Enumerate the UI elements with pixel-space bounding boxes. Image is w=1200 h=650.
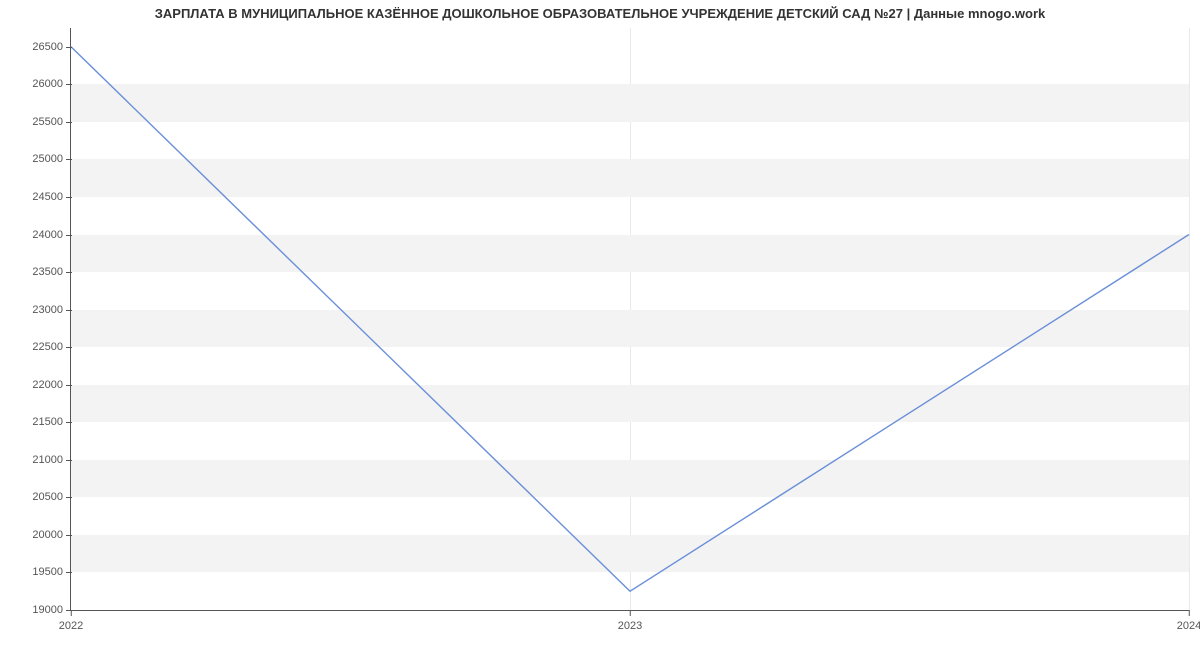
- y-tick-label: 21500: [32, 416, 71, 428]
- y-tick-label: 19500: [32, 566, 71, 578]
- y-tick-label: 21000: [32, 454, 71, 466]
- y-tick-label: 24500: [32, 191, 71, 203]
- y-tick-label: 26000: [32, 78, 71, 90]
- y-tick-label: 22000: [32, 379, 71, 391]
- y-tick-label: 25000: [32, 153, 71, 165]
- y-tick-label: 25500: [32, 116, 71, 128]
- y-tick-label: 20500: [32, 491, 71, 503]
- y-tick-label: 26500: [32, 41, 71, 53]
- y-tick-label: 22500: [32, 341, 71, 353]
- y-tick-label: 24000: [32, 229, 71, 241]
- x-tick-label: 2024: [1177, 610, 1200, 632]
- y-tick-label: 20000: [32, 529, 71, 541]
- chart-title: ЗАРПЛАТА В МУНИЦИПАЛЬНОЕ КАЗЁННОЕ ДОШКОЛ…: [0, 6, 1200, 21]
- chart-container: ЗАРПЛАТА В МУНИЦИПАЛЬНОЕ КАЗЁННОЕ ДОШКОЛ…: [0, 0, 1200, 650]
- salary-line: [71, 47, 1189, 591]
- x-tick-label: 2023: [618, 610, 642, 632]
- y-tick-label: 23500: [32, 266, 71, 278]
- x-gridline: [1189, 28, 1190, 610]
- x-tick-label: 2022: [59, 610, 83, 632]
- line-series: [71, 28, 1189, 610]
- plot-area: 1900019500200002050021000215002200022500…: [70, 28, 1189, 611]
- y-tick-label: 23000: [32, 304, 71, 316]
